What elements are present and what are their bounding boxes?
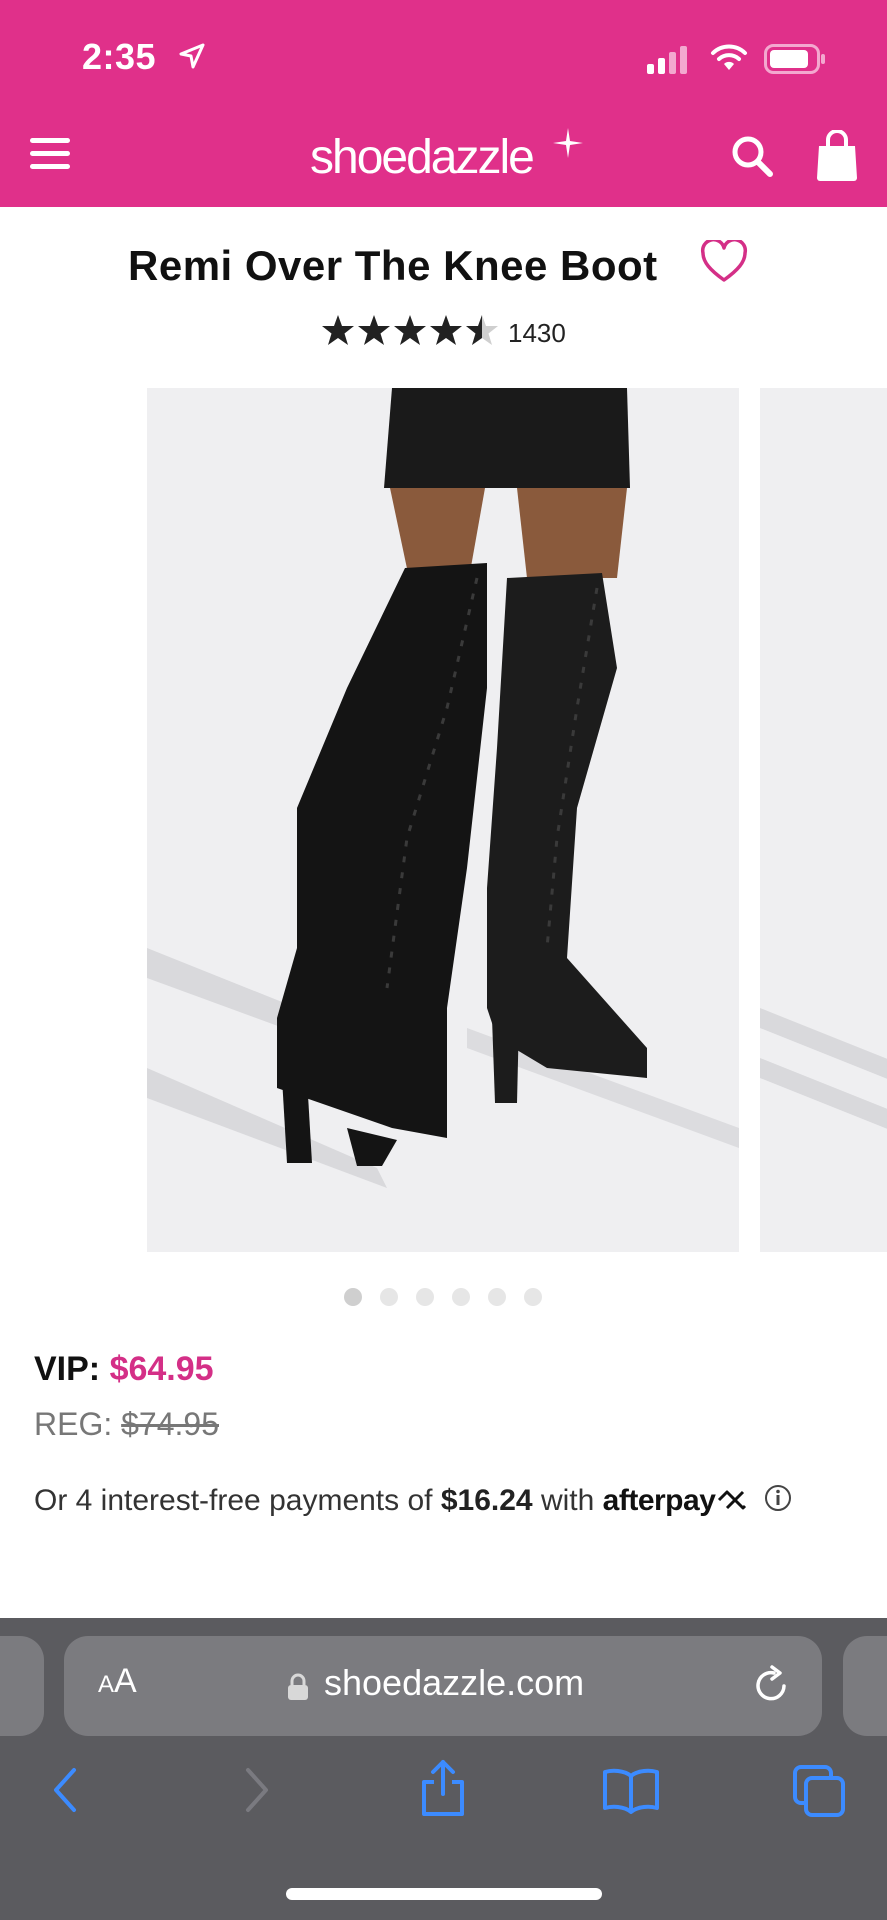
carousel-dot-active[interactable] [344,1288,362,1306]
status-bar: 2:35 [0,0,887,120]
product-title-row: Remi Over The Knee Boot [0,236,887,296]
next-product-image-preview[interactable] [760,388,887,1252]
vip-label: VIP: [34,1350,101,1388]
reload-icon[interactable] [752,1664,792,1711]
product-title: Remi Over The Knee Boot [128,242,658,289]
reg-label: REG: [34,1406,113,1442]
carousel-dot[interactable] [416,1288,434,1306]
previous-tab-pill[interactable] [0,1636,44,1736]
bookmarks-icon[interactable] [602,1766,660,1819]
carousel-dot[interactable] [380,1288,398,1306]
logo-sparkle-icon [553,128,583,163]
home-indicator [286,1888,602,1900]
carousel-dot[interactable] [452,1288,470,1306]
share-icon[interactable] [418,1758,468,1823]
afterpay-logo: afterpay [602,1484,716,1517]
back-icon[interactable] [50,1766,82,1819]
lock-icon [286,1672,310,1707]
vip-price-row: VIP: $64.95 [34,1350,214,1389]
afterpay-row: Or 4 interest-free payments of $16.24 wi… [34,1484,792,1520]
shopping-bag-icon[interactable] [815,129,859,187]
site-logo[interactable]: shoedazzle [310,130,535,185]
afterpay-arrows-icon [717,1485,747,1519]
product-image-carousel[interactable] [0,388,887,1252]
browser-toolbar: AA shoedazzle.com [0,1618,887,1920]
regular-price: $74.95 [121,1406,219,1442]
product-image[interactable] [147,388,739,1252]
next-tab-pill[interactable] [843,1636,887,1736]
location-arrow-icon [178,42,206,75]
battery-icon [764,44,826,79]
carousel-dot[interactable] [488,1288,506,1306]
review-count[interactable]: 1430 [508,318,566,349]
reader-settings-button[interactable]: AA [98,1662,137,1701]
info-icon[interactable] [764,1484,792,1520]
vip-price: $64.95 [109,1350,214,1388]
address-bar[interactable]: AA shoedazzle.com [64,1636,822,1736]
wishlist-heart-icon[interactable] [700,238,748,289]
wifi-icon [710,42,748,79]
afterpay-amount: $16.24 [440,1484,533,1517]
afterpay-with: with [540,1484,595,1517]
rating-stars [322,312,502,353]
search-icon[interactable] [730,134,774,183]
carousel-dot[interactable] [524,1288,542,1306]
status-time: 2:35 [82,36,157,77]
url-text[interactable]: shoedazzle.com [324,1662,584,1704]
cellular-signal-icon [647,46,691,79]
tabs-icon[interactable] [792,1764,846,1823]
forward-icon[interactable] [240,1766,272,1819]
site-header: shoedazzle [0,110,887,207]
regular-price-row: REG: $74.95 [34,1406,219,1443]
afterpay-prefix: Or 4 interest-free payments of [34,1484,433,1517]
menu-icon[interactable] [28,134,72,179]
